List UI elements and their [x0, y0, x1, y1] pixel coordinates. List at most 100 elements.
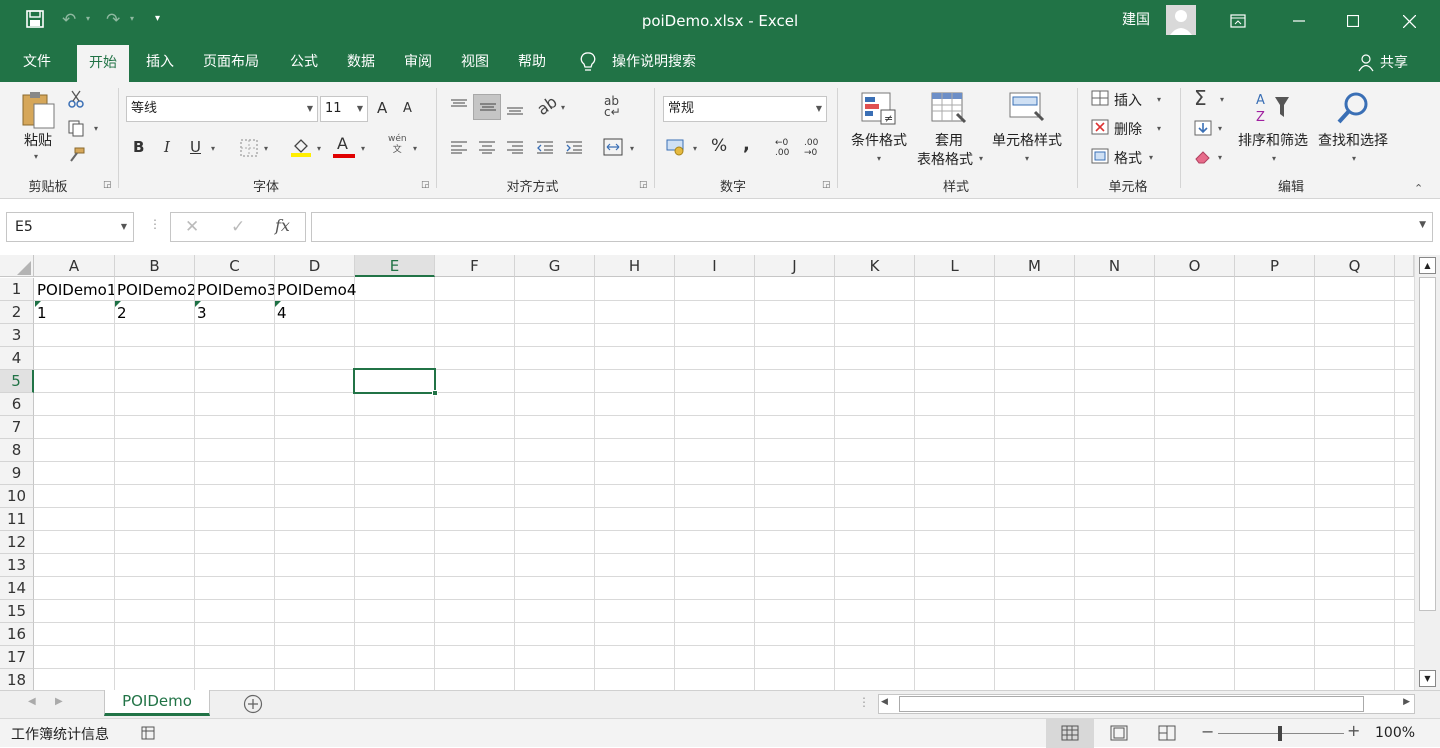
clipboard-launcher-icon[interactable]: ◲: [103, 180, 112, 190]
column-header[interactable]: O: [1155, 255, 1235, 277]
paste-dropdown-icon[interactable]: ▾: [34, 152, 38, 161]
clear-dropdown-icon[interactable]: ▾: [1218, 153, 1222, 162]
decrease-decimal-icon[interactable]: .00 →0: [804, 138, 818, 158]
row-header[interactable]: 8: [0, 439, 34, 462]
percent-style-button[interactable]: %: [711, 136, 727, 156]
insert-cells-icon[interactable]: [1091, 90, 1109, 110]
horizontal-scrollbar[interactable]: ◀ ▶: [878, 694, 1415, 714]
minimize-icon[interactable]: [1276, 0, 1322, 42]
row-header[interactable]: 14: [0, 577, 34, 600]
border-icon[interactable]: [240, 139, 258, 161]
undo-icon[interactable]: ↶: [62, 10, 76, 30]
horizontal-scroll-thumb[interactable]: [899, 696, 1364, 712]
workbook-statistics[interactable]: 工作簿统计信息: [11, 724, 109, 744]
customize-qat-icon[interactable]: ▾: [155, 13, 160, 24]
cell-c2[interactable]: 3: [194, 301, 274, 324]
column-header[interactable]: G: [515, 255, 595, 277]
row-header[interactable]: 7: [0, 416, 34, 439]
delete-cells-icon[interactable]: [1091, 119, 1109, 139]
close-icon[interactable]: [1386, 0, 1432, 42]
row-header[interactable]: 6: [0, 393, 34, 416]
column-header[interactable]: [1395, 255, 1414, 277]
lightbulb-icon[interactable]: [580, 52, 596, 76]
paste-icon[interactable]: [20, 90, 56, 134]
fill-dropdown-icon[interactable]: ▾: [1218, 124, 1222, 133]
row-header[interactable]: 18: [0, 669, 34, 690]
zoom-in-button[interactable]: +: [1347, 721, 1360, 740]
cancel-icon[interactable]: ✕: [185, 217, 199, 237]
align-bottom-icon[interactable]: [506, 102, 524, 120]
maximize-icon[interactable]: [1330, 0, 1376, 42]
undo-dropdown-icon[interactable]: ▾: [86, 14, 90, 23]
font-color-dropdown-icon[interactable]: ▾: [361, 144, 365, 153]
row-header[interactable]: 9: [0, 462, 34, 485]
cell-styles-dropdown-icon[interactable]: ▾: [1025, 154, 1029, 163]
cell-d2[interactable]: 4: [274, 301, 354, 324]
column-header[interactable]: J: [755, 255, 835, 277]
cond-format-dropdown-icon[interactable]: ▾: [877, 154, 881, 163]
font-launcher-icon[interactable]: ◲: [421, 180, 430, 190]
error-indicator-icon[interactable]: [115, 301, 121, 307]
accounting-format-icon[interactable]: [666, 138, 688, 160]
copy-dropdown-icon[interactable]: ▾: [94, 124, 98, 133]
tab-view[interactable]: 视图: [449, 42, 501, 82]
tab-page-layout[interactable]: 页面布局: [191, 42, 271, 82]
save-icon[interactable]: [26, 10, 44, 33]
row-header[interactable]: 15: [0, 600, 34, 623]
grip-icon[interactable]: ⋮: [149, 217, 161, 231]
sort-filter-icon[interactable]: AZ: [1255, 91, 1293, 129]
column-header[interactable]: I: [675, 255, 755, 277]
new-sheet-icon[interactable]: [243, 694, 263, 718]
redo-dropdown-icon[interactable]: ▾: [130, 14, 134, 23]
row-header[interactable]: 1: [0, 278, 34, 301]
cell-styles-icon[interactable]: [1009, 92, 1045, 130]
ribbon-display-icon[interactable]: [1215, 0, 1261, 42]
underline-button[interactable]: U: [190, 138, 201, 156]
font-size-select[interactable]: 11 ▼: [320, 96, 368, 122]
row-header[interactable]: 2: [0, 301, 34, 324]
phonetic-guide-icon[interactable]: wén 文: [388, 134, 407, 156]
copy-icon[interactable]: [67, 119, 85, 141]
autosum-icon[interactable]: Σ: [1194, 86, 1207, 110]
row-header[interactable]: 3: [0, 324, 34, 347]
orientation-icon[interactable]: ab: [533, 92, 560, 119]
paste-button[interactable]: 粘贴: [18, 132, 58, 150]
column-header[interactable]: A: [34, 255, 115, 277]
collapse-ribbon-icon[interactable]: ⌃: [1414, 182, 1423, 195]
find-dropdown-icon[interactable]: ▾: [1352, 154, 1356, 163]
format-dropdown-icon[interactable]: ▾: [1149, 153, 1153, 162]
tab-insert[interactable]: 插入: [134, 42, 186, 82]
accessibility-icon[interactable]: [140, 725, 156, 745]
zoom-out-button[interactable]: −: [1201, 722, 1214, 741]
delete-cells-button[interactable]: 删除: [1114, 119, 1142, 139]
error-indicator-icon[interactable]: [35, 301, 41, 307]
format-as-table-label-1[interactable]: 套用: [913, 132, 985, 150]
column-header[interactable]: H: [595, 255, 675, 277]
column-header[interactable]: C: [195, 255, 275, 277]
column-header[interactable]: N: [1075, 255, 1155, 277]
row-header-selected[interactable]: 5: [0, 370, 34, 393]
tab-review[interactable]: 审阅: [392, 42, 444, 82]
redo-icon[interactable]: ↷: [106, 10, 120, 30]
conditional-formatting-button[interactable]: 条件格式: [845, 132, 913, 150]
fill-handle[interactable]: [432, 390, 438, 396]
error-indicator-icon[interactable]: [195, 301, 201, 307]
find-select-icon[interactable]: [1335, 90, 1371, 130]
cell-b1[interactable]: POIDemo2: [114, 278, 194, 301]
phonetic-dropdown-icon[interactable]: ▾: [413, 144, 417, 153]
normal-view-button[interactable]: [1046, 719, 1094, 748]
column-header[interactable]: P: [1235, 255, 1315, 277]
delete-dropdown-icon[interactable]: ▾: [1157, 124, 1161, 133]
row-header[interactable]: 4: [0, 347, 34, 370]
enter-icon[interactable]: ✓: [231, 217, 245, 237]
column-header[interactable]: B: [115, 255, 195, 277]
fill-icon[interactable]: [1194, 120, 1212, 140]
fill-color-icon[interactable]: [290, 136, 312, 162]
number-format-select[interactable]: 常规 ▼: [663, 96, 827, 122]
align-left-icon[interactable]: [450, 140, 468, 158]
alignment-launcher-icon[interactable]: ◲: [639, 180, 648, 190]
select-all-corner[interactable]: [0, 255, 34, 277]
fill-color-dropdown-icon[interactable]: ▾: [317, 144, 321, 153]
underline-dropdown-icon[interactable]: ▾: [211, 144, 215, 153]
cell-styles-button[interactable]: 单元格样式: [986, 132, 1068, 150]
